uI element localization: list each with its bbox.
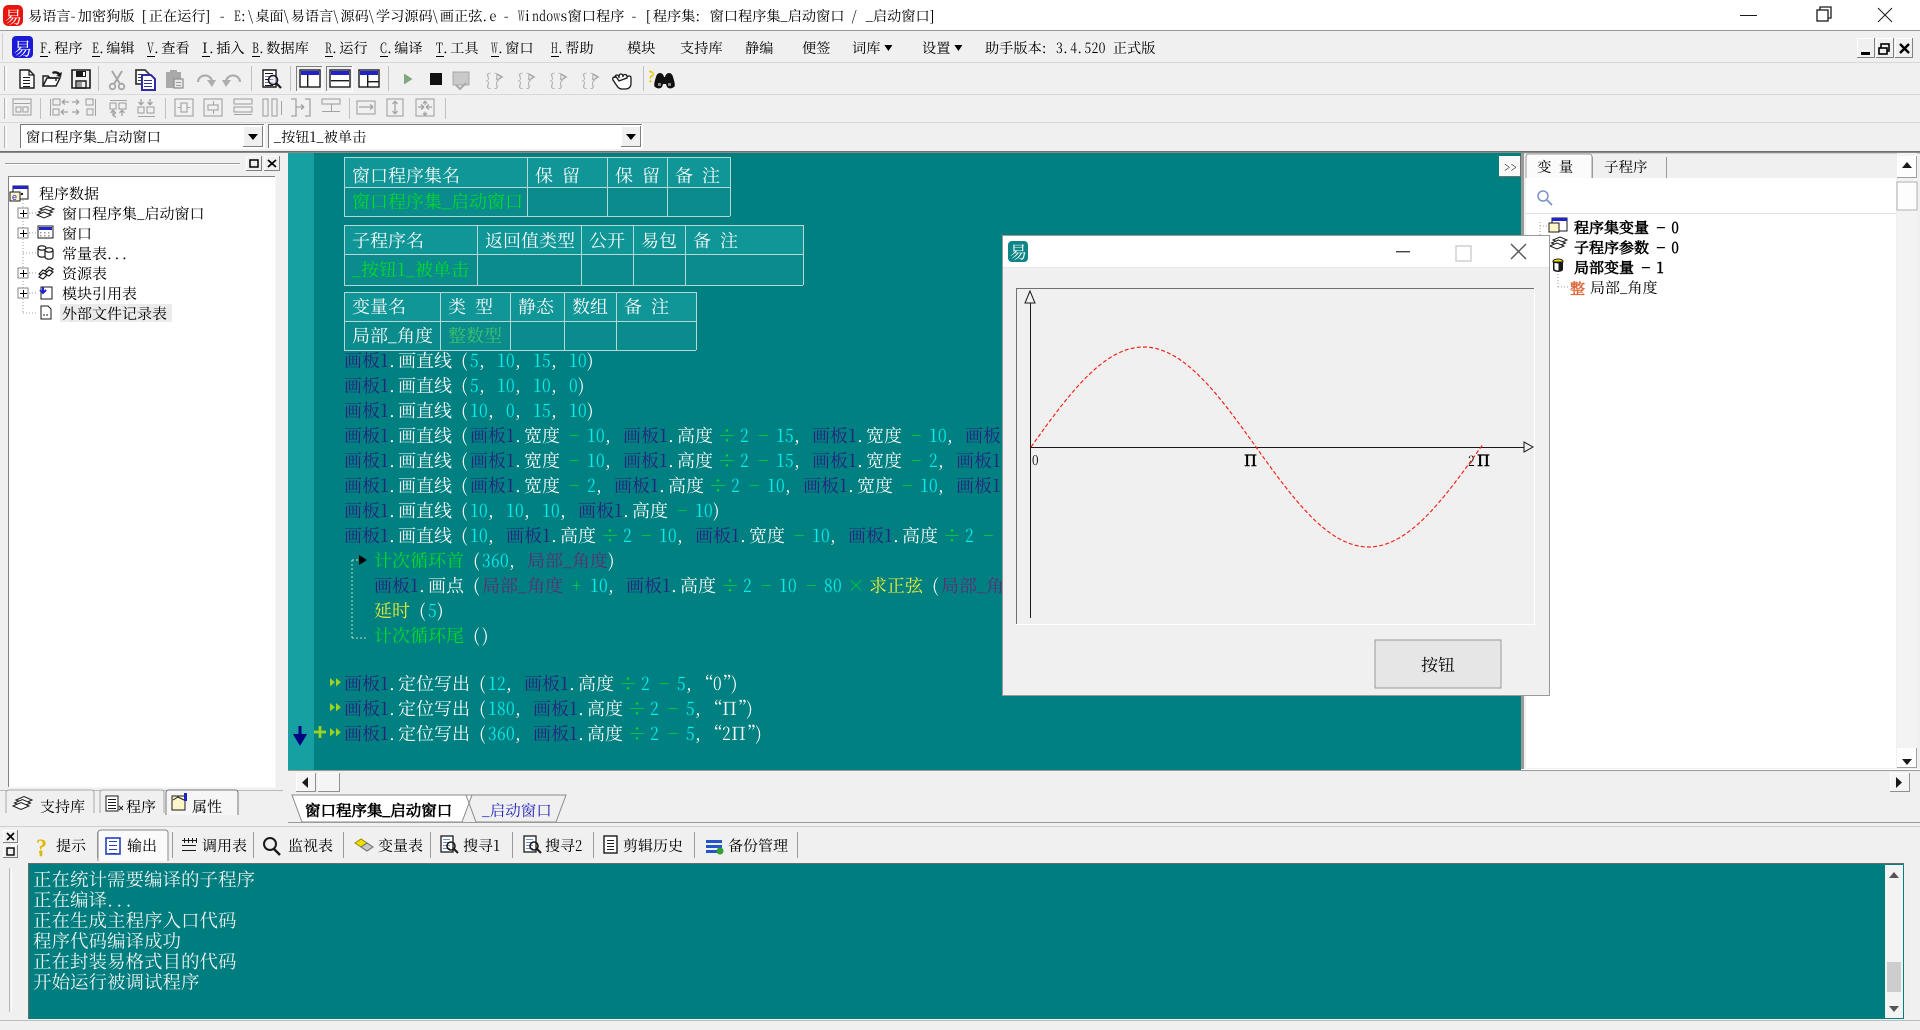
svg-text:e: e <box>12 192 17 202</box>
